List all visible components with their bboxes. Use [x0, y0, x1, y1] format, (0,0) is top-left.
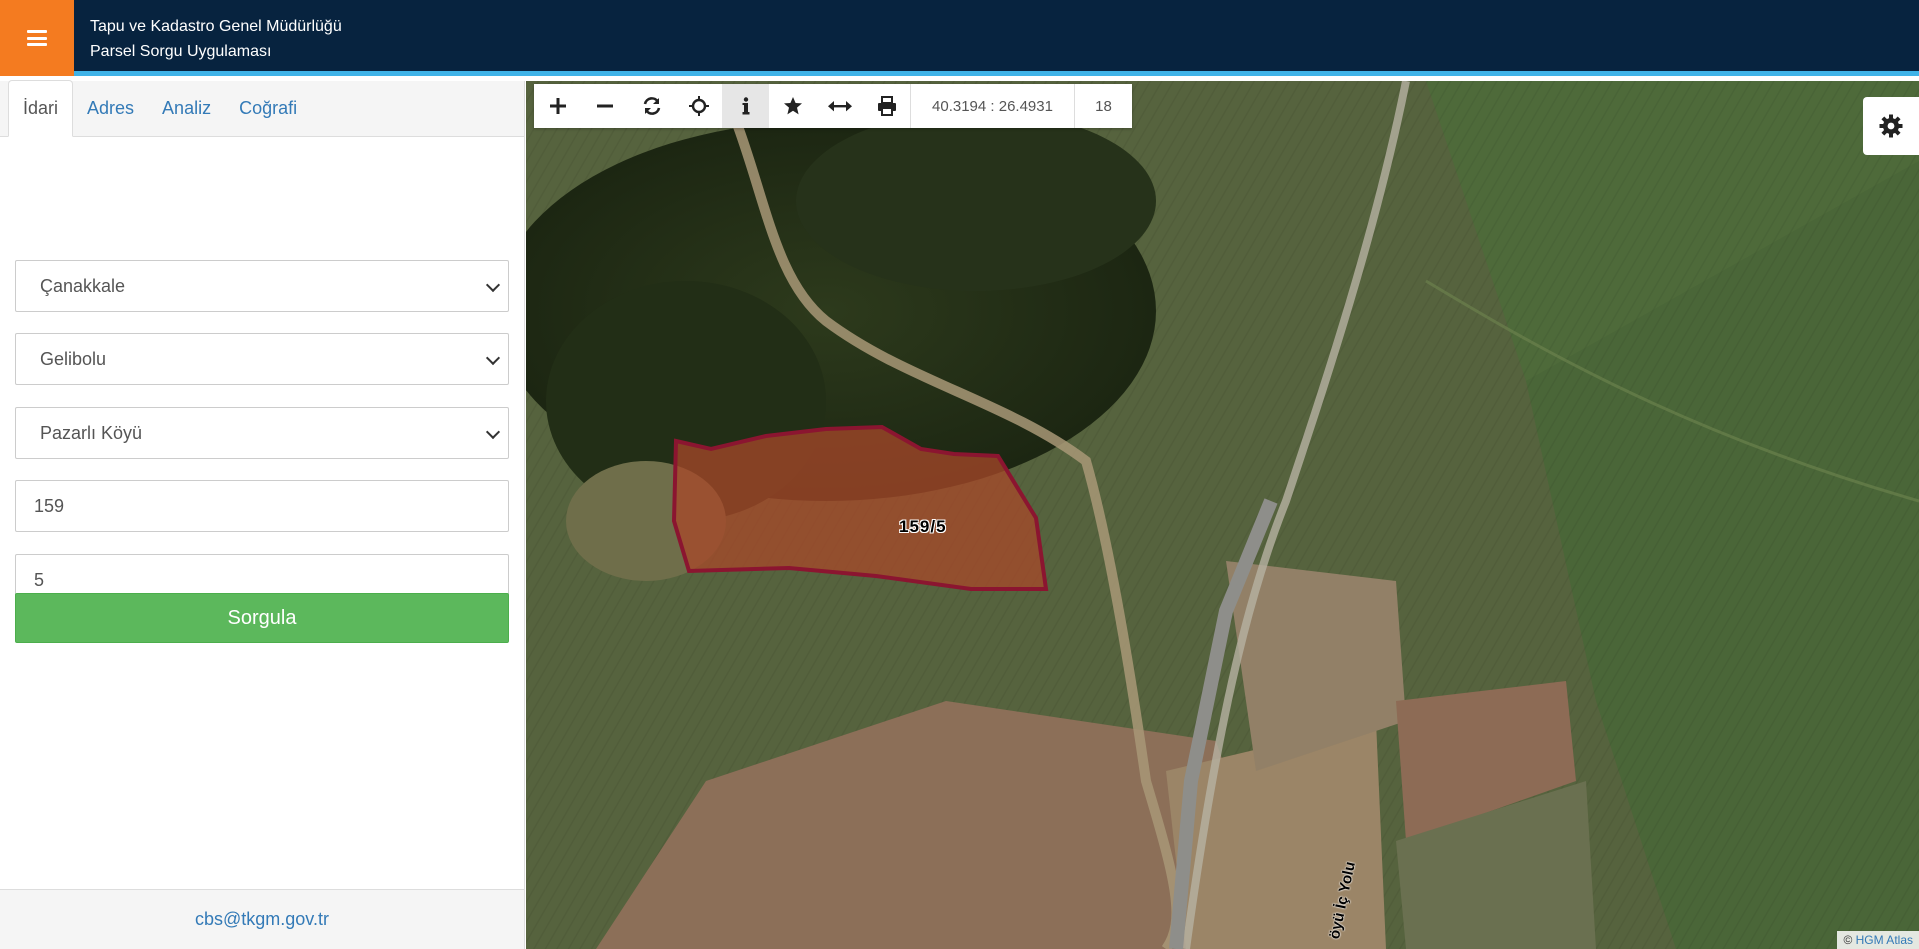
star-icon [783, 97, 802, 115]
coordinates-readout: 40.3194 : 26.4931 [910, 84, 1074, 128]
contact-email-link[interactable]: cbs@tkgm.gov.tr [195, 909, 329, 930]
block-value: 159 [34, 495, 65, 516]
map-toolbar: 40.3194 : 26.4931 18 [534, 84, 1132, 128]
attribution-link[interactable]: HGM Atlas [1856, 933, 1913, 947]
query-submit-button[interactable]: Sorgula [15, 593, 509, 643]
tab-idari[interactable]: İdari [8, 80, 74, 137]
zoom-out-icon [596, 104, 613, 108]
parcel-value: 5 [34, 569, 45, 590]
menu-button[interactable] [0, 0, 74, 76]
gear-icon [1879, 114, 1903, 138]
query-sidebar: İdari Adres Analiz Coğrafi Çanakkale Gel… [0, 80, 525, 949]
zoom-in-icon [549, 98, 566, 114]
tab-cografi[interactable]: Coğrafi [225, 80, 311, 136]
print-icon [877, 96, 896, 116]
query-tabs: İdari Adres Analiz Coğrafi [0, 80, 524, 137]
parcel-label: 159/5 [899, 517, 947, 536]
attribution-prefix: © [1843, 933, 1853, 947]
map-view[interactable]: 159/5 öyü İç Yolu 40.3194: 26.4931 18 ©… [526, 81, 1919, 949]
sidebar-footer: cbs@tkgm.gov.tr [0, 889, 524, 949]
app-header: Tapu ve Kadastro Genel Müdürlüğü Parsel … [0, 0, 1919, 76]
district-value: Gelibolu [40, 348, 107, 369]
tab-adres[interactable]: Adres [73, 80, 148, 136]
zoom-level-readout: 18 [1074, 84, 1132, 128]
info-button[interactable] [722, 84, 769, 128]
app-title: Tapu ve Kadastro Genel Müdürlüğü Parsel … [90, 14, 342, 64]
measure-button[interactable] [816, 84, 863, 128]
refresh-icon [643, 97, 660, 115]
app-title-line2: Parsel Sorgu Uygulaması [90, 43, 272, 60]
tab-analiz[interactable]: Analiz [148, 80, 225, 136]
chevron-down-icon [485, 424, 501, 440]
neighborhood-select[interactable]: Pazarlı Köyü [15, 407, 509, 459]
chevron-down-icon [485, 350, 501, 366]
info-icon [742, 97, 749, 115]
app-title-line1: Tapu ve Kadastro Genel Müdürlüğü [90, 18, 342, 35]
chevron-down-icon [485, 277, 501, 293]
map-attribution: © HGM Atlas [1837, 931, 1919, 949]
zoom-in-button[interactable] [534, 84, 581, 128]
favorite-button[interactable] [769, 84, 816, 128]
district-select[interactable]: Gelibolu [15, 333, 509, 385]
locate-button[interactable] [675, 84, 722, 128]
locate-icon [688, 96, 709, 116]
measure-icon [827, 101, 852, 112]
province-select[interactable]: Çanakkale [15, 260, 509, 312]
block-input[interactable]: 159 [15, 480, 509, 532]
zoom-out-button[interactable] [581, 84, 628, 128]
print-button[interactable] [863, 84, 910, 128]
refresh-button[interactable] [628, 84, 675, 128]
neighborhood-value: Pazarlı Köyü [40, 422, 143, 443]
settings-button[interactable] [1863, 97, 1919, 155]
province-value: Çanakkale [40, 275, 126, 296]
aerial-imagery [526, 81, 1919, 949]
hamburger-icon [27, 30, 47, 46]
